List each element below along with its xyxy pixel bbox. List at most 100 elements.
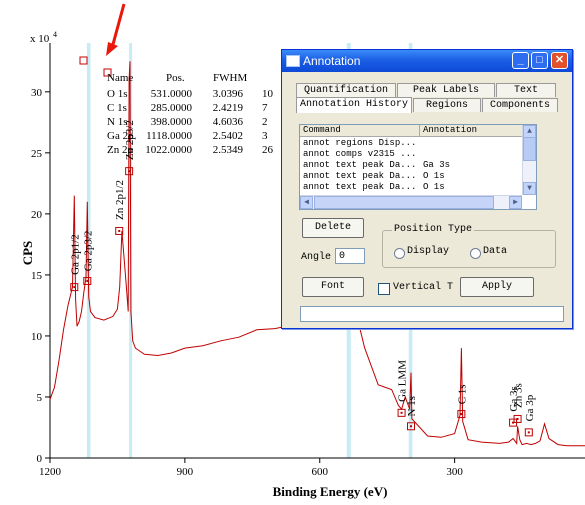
table-cell: Ga 2p <box>107 130 134 142</box>
vertical-text-checkbox[interactable] <box>378 283 390 295</box>
tab-text[interactable]: Text <box>496 83 556 97</box>
angle-input[interactable]: 0 <box>335 248 365 264</box>
table-cell: Zn 2p <box>107 144 133 156</box>
table-cell: 1022.0000 <box>145 144 192 156</box>
tab-components[interactable]: Components <box>482 98 558 112</box>
peak-marker-dot <box>527 431 530 434</box>
table-cell: 2 <box>262 116 268 128</box>
y-scale-label: x 10 <box>30 33 50 45</box>
table-cell: C 1s <box>107 102 127 114</box>
peak-marker-dot <box>516 417 519 420</box>
list-item[interactable]: annot text peak Da... <box>303 160 416 170</box>
window-icon <box>286 55 300 67</box>
y-tick-label: 20 <box>31 209 43 221</box>
table-cell: 2.4219 <box>213 102 244 114</box>
x-tick-label: 1200 <box>39 466 62 478</box>
table-header: Pos. <box>166 72 185 84</box>
font-button[interactable]: Font <box>302 277 364 297</box>
scroll-down-icon[interactable]: ▼ <box>523 182 536 195</box>
minimize-icon[interactable]: _ <box>512 52 529 69</box>
table-cell: 285.0000 <box>151 102 193 114</box>
radio-data-label: Data <box>483 246 508 257</box>
table-marker <box>79 56 88 65</box>
tab-quantification[interactable]: Quantification <box>296 83 396 97</box>
y-axis-title: CPS <box>20 241 35 266</box>
table-cell: N 1s <box>107 116 127 128</box>
column-header-command[interactable]: Command <box>300 125 420 137</box>
table-cell: 4.6036 <box>213 116 244 128</box>
table-cell: 2.5402 <box>213 130 243 142</box>
peak-marker-dot <box>118 229 121 232</box>
y-tick-label: 25 <box>31 148 43 160</box>
apply-button[interactable]: Apply <box>460 277 534 297</box>
radio-data[interactable] <box>470 248 481 259</box>
column-header-annotation[interactable]: Annotation <box>420 125 523 137</box>
table-cell: 398.0000 <box>151 116 193 128</box>
peak-marker-dot <box>400 411 403 414</box>
table-cell: 10 <box>262 88 274 100</box>
y-ticks: 0 5 10 15 20 25 30 <box>31 87 50 465</box>
vertical-text-label: Vertical T <box>393 282 454 293</box>
list-item-annotation: O 1s <box>423 182 445 192</box>
peak-label: C 1s <box>456 384 468 404</box>
peak-label: Ga LMM <box>397 360 409 402</box>
table-header: Name <box>107 72 133 84</box>
x-axis-title: Binding Energy (eV) <box>273 484 388 499</box>
y-tick-label: 15 <box>31 270 43 282</box>
list-item-annotation: Ga 3s <box>423 160 451 170</box>
y-tick-label: 5 <box>37 392 43 404</box>
table-cell: 531.0000 <box>151 88 193 100</box>
x-tick-label: 600 <box>311 466 328 478</box>
radio-display[interactable] <box>394 248 405 259</box>
angle-label: Angle <box>301 252 332 263</box>
peak-label: Ga 2p3/2 <box>82 231 94 272</box>
x-tick-label: 900 <box>177 466 194 478</box>
y-tick-label: 0 <box>37 453 43 465</box>
peak-label: Ga 3p <box>524 394 536 421</box>
peak-marker-dot <box>410 425 413 428</box>
scroll-thumb[interactable] <box>523 137 536 161</box>
red-arrow <box>106 3 126 56</box>
maximize-icon[interactable]: □ <box>531 52 548 69</box>
tab-regions[interactable]: Regions <box>413 98 481 112</box>
table-cell: 3.0396 <box>213 88 244 100</box>
horizontal-scrollbar[interactable]: ◀ ▶ <box>300 195 522 209</box>
list-item[interactable]: annot comps v2315 ... <box>303 149 416 159</box>
close-icon[interactable]: ✕ <box>551 52 568 69</box>
peak-marker-dot <box>73 286 76 289</box>
table-cell: 1118.0000 <box>146 130 192 142</box>
radio-display-label: Display <box>407 246 450 257</box>
table-cell: 3 <box>262 130 268 142</box>
scroll-thumb-horizontal[interactable] <box>314 196 494 209</box>
peak-label: N 1s <box>406 396 418 416</box>
table-cell: 2.5349 <box>213 144 244 156</box>
peak-label: Zn 2p1/2 <box>114 180 126 220</box>
tab-peak-labels[interactable]: Peak Labels <box>397 83 495 97</box>
peak-marker-dot <box>86 280 89 283</box>
annotation-history-list[interactable]: Command Annotation annot regions Disp...… <box>299 124 537 210</box>
delete-button[interactable]: Delete <box>302 218 364 238</box>
vertical-scrollbar[interactable]: ▲ ▼ <box>522 125 536 195</box>
x-tick-label: 300 <box>446 466 463 478</box>
peak-label: Zn 3s <box>513 383 525 408</box>
peak-marker-dot <box>128 170 131 173</box>
dialog-titlebar[interactable]: Annotation _ □ ✕ <box>282 50 572 72</box>
peak-marker-dot <box>460 413 463 416</box>
tab-annotation-history[interactable]: Annotation History <box>296 97 412 113</box>
scroll-right-icon[interactable]: ▶ <box>509 196 522 209</box>
y-tick-label: 30 <box>31 87 43 99</box>
list-item[interactable]: annot regions Disp... <box>303 138 416 148</box>
table-cell: 26 <box>262 144 274 156</box>
position-type-label: Position Type <box>392 224 475 235</box>
scroll-left-icon[interactable]: ◀ <box>300 196 313 209</box>
y-scale-exponent: 4 <box>53 30 57 39</box>
table-header: FWHM <box>213 72 247 84</box>
peak-label: Ga 2p1/2 <box>69 234 81 275</box>
list-item[interactable]: annot text peak Da... <box>303 182 416 192</box>
x-ticks: 1200 900 600 300 <box>39 458 463 478</box>
list-item[interactable]: annot text peak Da... <box>303 171 416 181</box>
annotation-text-input[interactable] <box>300 306 564 322</box>
list-item-annotation: O 1s <box>423 171 445 181</box>
table-cell: O 1s <box>107 88 127 100</box>
dialog-title: Annotation <box>303 54 361 68</box>
